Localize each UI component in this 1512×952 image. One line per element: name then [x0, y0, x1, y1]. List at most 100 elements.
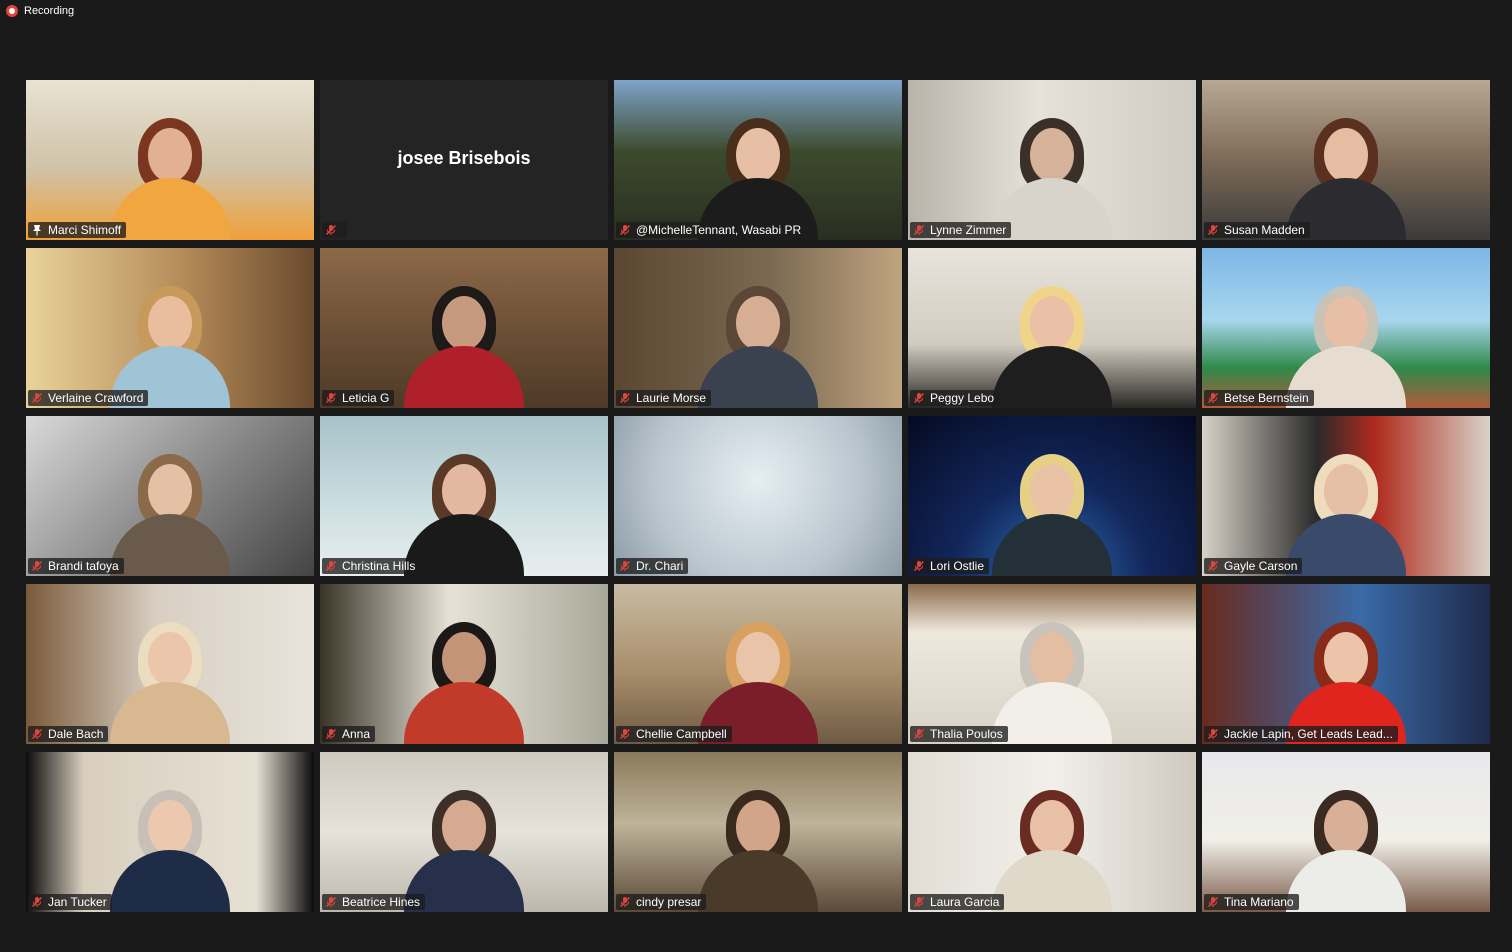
participant-figure — [110, 278, 230, 408]
participant-tile[interactable]: Marci Shimoff — [26, 80, 314, 240]
participant-tile[interactable]: Jan Tucker — [26, 752, 314, 912]
participant-figure — [698, 782, 818, 912]
participant-name: Marci Shimoff — [48, 223, 122, 237]
participant-tile[interactable]: Thalia Poulos — [908, 584, 1196, 744]
participant-name-bar: Tina Mariano — [1204, 894, 1299, 910]
participant-tile[interactable]: @MichelleTennant, Wasabi PR — [614, 80, 902, 240]
participant-video — [26, 752, 314, 912]
participant-tile[interactable]: Jackie Lapin, Get Leads Lead... — [1202, 584, 1490, 744]
participant-name-bar: Verlaine Crawford — [28, 390, 149, 406]
muted-mic-icon — [913, 224, 925, 236]
participant-figure — [698, 278, 818, 408]
participant-video — [614, 752, 902, 912]
participant-figure — [992, 110, 1112, 240]
muted-mic-icon — [325, 896, 337, 908]
participant-tile[interactable]: Laurie Morse — [614, 248, 902, 408]
muted-mic-icon — [31, 728, 43, 740]
participant-figure — [404, 278, 524, 408]
participant-tile[interactable]: Anna — [320, 584, 608, 744]
participant-figure — [1286, 782, 1406, 912]
participant-video — [26, 416, 314, 576]
participant-tile[interactable]: Tina Mariano — [1202, 752, 1490, 912]
participant-name: Chellie Campbell — [636, 727, 727, 741]
participant-video — [1202, 80, 1490, 240]
participant-name-bar: Lori Ostlie — [910, 558, 990, 574]
participant-name: Gayle Carson — [1224, 559, 1298, 573]
participant-tile[interactable]: Brandi tafoya — [26, 416, 314, 576]
muted-mic-icon — [1207, 392, 1219, 404]
participant-figure — [698, 614, 818, 744]
participant-name: Laurie Morse — [636, 391, 707, 405]
participant-tile[interactable]: josee Brisebois — [320, 80, 608, 240]
participant-name-bar: Leticia G — [322, 390, 395, 406]
participant-figure — [1286, 278, 1406, 408]
participant-tile[interactable]: Leticia G — [320, 248, 608, 408]
muted-mic-icon — [31, 392, 43, 404]
participant-name: Susan Madden — [1224, 223, 1305, 237]
participant-tile[interactable]: Chellie Campbell — [614, 584, 902, 744]
recording-icon — [6, 5, 18, 17]
participant-tile[interactable]: Dale Bach — [26, 584, 314, 744]
participant-name: Dr. Chari — [636, 559, 684, 573]
participant-name: Laura Garcia — [930, 895, 1000, 909]
participant-video — [1202, 248, 1490, 408]
participant-tile[interactable]: Lori Ostlie — [908, 416, 1196, 576]
participant-name-bar: Jackie Lapin, Get Leads Lead... — [1204, 726, 1398, 742]
participant-tile[interactable]: Betse Bernstein — [1202, 248, 1490, 408]
video-grid: Marci Shimoff josee Brisebois @MichelleTen… — [26, 80, 1496, 918]
participant-name-bar: Gayle Carson — [1204, 558, 1303, 574]
participant-name-bar — [322, 222, 347, 238]
muted-mic-icon — [1207, 224, 1219, 236]
participant-tile[interactable]: Beatrice Hines — [320, 752, 608, 912]
participant-tile[interactable]: Gayle Carson — [1202, 416, 1490, 576]
participant-tile[interactable]: Peggy Lebo — [908, 248, 1196, 408]
participant-video — [908, 80, 1196, 240]
participant-name-center: josee Brisebois — [397, 148, 531, 168]
participant-name: Lynne Zimmer — [930, 223, 1007, 237]
muted-mic-icon — [325, 728, 337, 740]
participant-name-bar: Anna — [322, 726, 376, 742]
participant-name: Verlaine Crawford — [48, 391, 144, 405]
participant-name-bar: Beatrice Hines — [322, 894, 426, 910]
participant-name: Lori Ostlie — [930, 559, 985, 573]
pin-icon — [31, 224, 43, 236]
muted-mic-icon — [1207, 560, 1219, 572]
participant-video — [26, 80, 314, 240]
participant-video — [908, 752, 1196, 912]
participant-figure — [992, 278, 1112, 408]
participant-figure — [1286, 446, 1406, 576]
participant-tile[interactable]: cindy presar — [614, 752, 902, 912]
participant-name-bar: Lynne Zimmer — [910, 222, 1012, 238]
participant-video — [1202, 584, 1490, 744]
participant-video — [26, 584, 314, 744]
participant-tile[interactable]: Laura Garcia — [908, 752, 1196, 912]
participant-video — [320, 752, 608, 912]
participant-name-bar: Christina Hills — [322, 558, 421, 574]
participant-tile[interactable]: Verlaine Crawford — [26, 248, 314, 408]
muted-mic-icon — [619, 392, 631, 404]
participant-tile[interactable]: Susan Madden — [1202, 80, 1490, 240]
participant-name: Peggy Lebo — [930, 391, 995, 405]
participant-figure — [992, 614, 1112, 744]
participant-figure — [404, 782, 524, 912]
participant-name-bar: Betse Bernstein — [1204, 390, 1314, 406]
participant-name: Beatrice Hines — [342, 895, 421, 909]
participant-name: Betse Bernstein — [1224, 391, 1309, 405]
muted-mic-icon — [619, 728, 631, 740]
recording-indicator[interactable]: Recording — [6, 3, 74, 19]
participant-tile[interactable]: Lynne Zimmer — [908, 80, 1196, 240]
muted-mic-icon — [913, 392, 925, 404]
participant-video — [614, 584, 902, 744]
participant-video — [908, 416, 1196, 576]
participant-figure — [110, 614, 230, 744]
participant-name: Jan Tucker — [48, 895, 107, 909]
participant-name: Christina Hills — [342, 559, 416, 573]
participant-name: Brandi tafoya — [48, 559, 119, 573]
participant-name-bar: Dale Bach — [28, 726, 109, 742]
recording-label: Recording — [24, 5, 75, 17]
participant-tile[interactable]: Christina Hills — [320, 416, 608, 576]
muted-mic-icon — [619, 896, 631, 908]
participant-tile[interactable]: Dr. Chari — [614, 416, 902, 576]
participant-name: Tina Mariano — [1224, 895, 1294, 909]
muted-mic-icon — [325, 392, 337, 404]
